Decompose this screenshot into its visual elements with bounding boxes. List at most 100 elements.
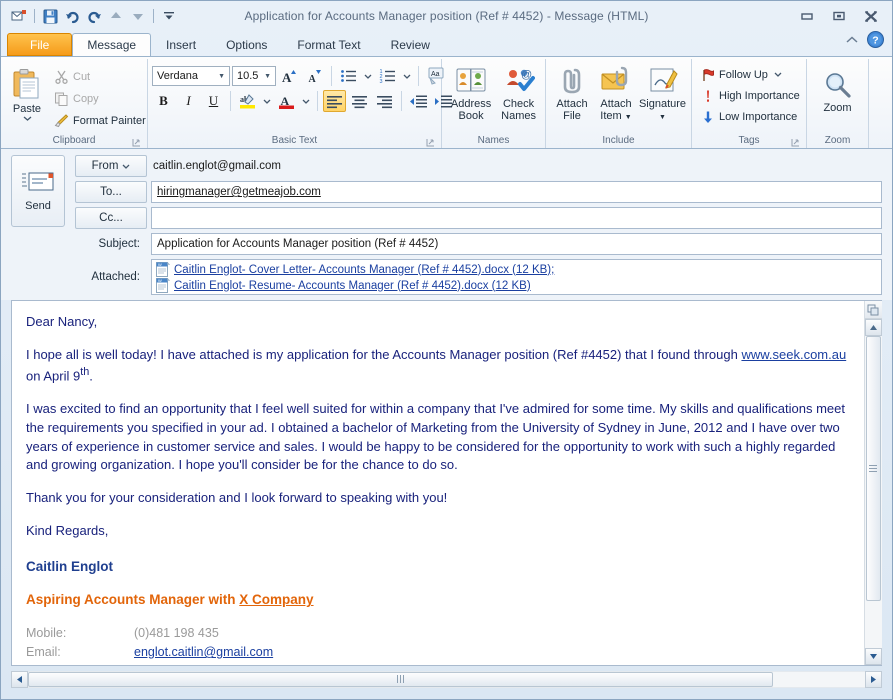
horizontal-scroll-track[interactable]	[28, 670, 865, 688]
vertical-scroll-thumb[interactable]	[865, 336, 881, 601]
minimize-button[interactable]	[796, 7, 818, 25]
attach-file-button[interactable]: Attach File	[550, 63, 594, 125]
numbering-icon: 1 2 3	[380, 69, 395, 84]
signature-email-row: Email: englot.caitlin@gmail.com	[26, 643, 273, 662]
shrink-font-icon: A	[309, 70, 321, 84]
send-button[interactable]: Send	[11, 155, 65, 227]
bullets-button[interactable]	[337, 65, 360, 87]
previous-item-icon[interactable]	[106, 6, 126, 26]
check-names-line2: Names	[501, 110, 536, 122]
grow-font-button[interactable]: A	[278, 65, 301, 87]
highlight-button[interactable]: ab	[236, 90, 259, 112]
attach-item-button[interactable]: Attach Item ▼	[594, 63, 638, 127]
basic-text-dialog-launcher-icon[interactable]	[426, 138, 435, 147]
bullets-dropdown[interactable]	[362, 65, 374, 87]
check-names-line1: Check	[502, 98, 535, 110]
blog-link[interactable]: www.internships.com.au	[134, 664, 269, 665]
tab-format-text[interactable]: Format Text	[282, 33, 375, 56]
horizontal-scroll-thumb[interactable]	[28, 671, 773, 687]
font-name-input[interactable]: Verdana ▼	[152, 66, 230, 86]
follow-up-button[interactable]: Follow Up	[696, 64, 787, 85]
message-body-editor[interactable]: Dear Nancy, I hope all is well today! I …	[12, 301, 864, 665]
body-vertical-scrollbar[interactable]	[864, 301, 882, 665]
cc-input[interactable]	[151, 207, 882, 229]
check-names-button[interactable]: @ Check Names	[496, 63, 541, 125]
seek-link[interactable]: www.seek.com.au	[741, 347, 846, 362]
format-painter-button[interactable]: Format Painter	[49, 110, 151, 131]
bold-button[interactable]: B	[152, 90, 175, 112]
subject-row: Subject: Application for Accounts Manage…	[75, 233, 882, 255]
title-bar: Application for Accounts Manager positio…	[1, 1, 892, 31]
signature-caret-icon[interactable]: ▼	[659, 114, 666, 121]
font-color-button[interactable]: A	[275, 90, 298, 112]
tab-review[interactable]: Review	[376, 33, 445, 56]
font-size-input[interactable]: 10.5 ▼	[232, 66, 276, 86]
message-body-area: Dear Nancy, I hope all is well today! I …	[11, 300, 882, 666]
zoom-group-label: Zoom	[811, 134, 864, 148]
tags-label-text: Tags	[738, 135, 760, 146]
attachment-item[interactable]: W Caitlin Englot- Resume- Accounts Manag…	[156, 278, 877, 293]
cut-button[interactable]: Cut	[49, 66, 151, 87]
to-input[interactable]: hiringmanager@getmeajob.com	[151, 181, 882, 203]
high-importance-button[interactable]: High Importance	[696, 85, 805, 106]
body-horizontal-scrollbar[interactable]	[11, 669, 882, 689]
basic-text-group-label: Basic Text	[152, 134, 437, 148]
close-button[interactable]	[860, 7, 882, 25]
company-link[interactable]: X Company	[239, 592, 313, 607]
from-button[interactable]: From	[75, 155, 147, 177]
clipboard-dialog-launcher-icon[interactable]	[132, 138, 141, 147]
low-importance-button[interactable]: Low Importance	[696, 106, 802, 127]
decrease-indent-button[interactable]	[407, 90, 430, 112]
scroll-right-button[interactable]	[865, 670, 882, 688]
vertical-scroll-track[interactable]	[864, 336, 882, 648]
body-paragraph-2: I was excited to find an opportunity tha…	[26, 400, 845, 473]
attach-file-line1: Attach	[556, 98, 588, 110]
paste-button[interactable]: Paste	[5, 65, 49, 124]
split-window-button[interactable]	[864, 301, 882, 319]
address-book-button[interactable]: Address Book	[446, 63, 496, 125]
font-size-caret-icon[interactable]: ▼	[262, 73, 273, 80]
save-icon[interactable]	[40, 6, 60, 26]
italic-button[interactable]: I	[177, 90, 200, 112]
zoom-button[interactable]: Zoom	[816, 67, 860, 117]
align-right-button[interactable]	[373, 90, 396, 112]
subject-input[interactable]: Application for Accounts Manager positio…	[151, 233, 882, 255]
highlight-dropdown[interactable]	[261, 90, 273, 112]
restore-button[interactable]	[828, 7, 850, 25]
underline-button[interactable]: U	[202, 90, 225, 112]
redo-icon[interactable]	[84, 6, 104, 26]
outlook-envelope-icon[interactable]	[9, 6, 29, 26]
attach-item-caret-icon[interactable]: ▼	[625, 114, 632, 121]
tab-insert[interactable]: Insert	[151, 33, 211, 56]
font-color-dropdown[interactable]	[300, 90, 312, 112]
help-icon[interactable]: ?	[867, 31, 884, 53]
scroll-up-button[interactable]	[864, 319, 882, 336]
next-item-icon[interactable]	[128, 6, 148, 26]
align-center-button[interactable]	[348, 90, 371, 112]
attachments-list[interactable]: W Caitlin Englot- Cover Letter- Accounts…	[151, 259, 882, 295]
font-name-caret-icon[interactable]: ▼	[216, 73, 227, 80]
cc-button[interactable]: Cc...	[75, 207, 147, 229]
align-left-button[interactable]	[323, 90, 346, 112]
tags-dialog-launcher-icon[interactable]	[791, 138, 800, 147]
svg-text:Aa: Aa	[431, 71, 440, 78]
attachment-item[interactable]: W Caitlin Englot- Cover Letter- Accounts…	[156, 262, 877, 277]
numbering-button[interactable]: 1 2 3	[376, 65, 399, 87]
tab-options[interactable]: Options	[211, 33, 282, 56]
email-link[interactable]: englot.caitlin@gmail.com	[134, 645, 273, 659]
quick-access-toolbar	[5, 6, 179, 26]
customize-qat-icon[interactable]	[159, 6, 179, 26]
font-color-icon: A	[279, 94, 294, 109]
undo-icon[interactable]	[62, 6, 82, 26]
to-button[interactable]: To...	[75, 181, 147, 203]
tab-file[interactable]: File	[7, 33, 73, 56]
shrink-font-button[interactable]: A	[303, 65, 326, 87]
copy-button[interactable]: Copy	[49, 88, 151, 109]
tab-message[interactable]: Message	[72, 33, 152, 56]
scroll-left-button[interactable]	[11, 670, 28, 688]
scroll-down-button[interactable]	[864, 648, 882, 665]
numbering-dropdown[interactable]	[401, 65, 413, 87]
ribbon-group-include: Attach File Attach Item ▼ Signature ▼ In…	[546, 59, 692, 148]
signature-button[interactable]: Signature ▼	[638, 63, 687, 127]
collapse-ribbon-icon[interactable]	[845, 33, 859, 51]
